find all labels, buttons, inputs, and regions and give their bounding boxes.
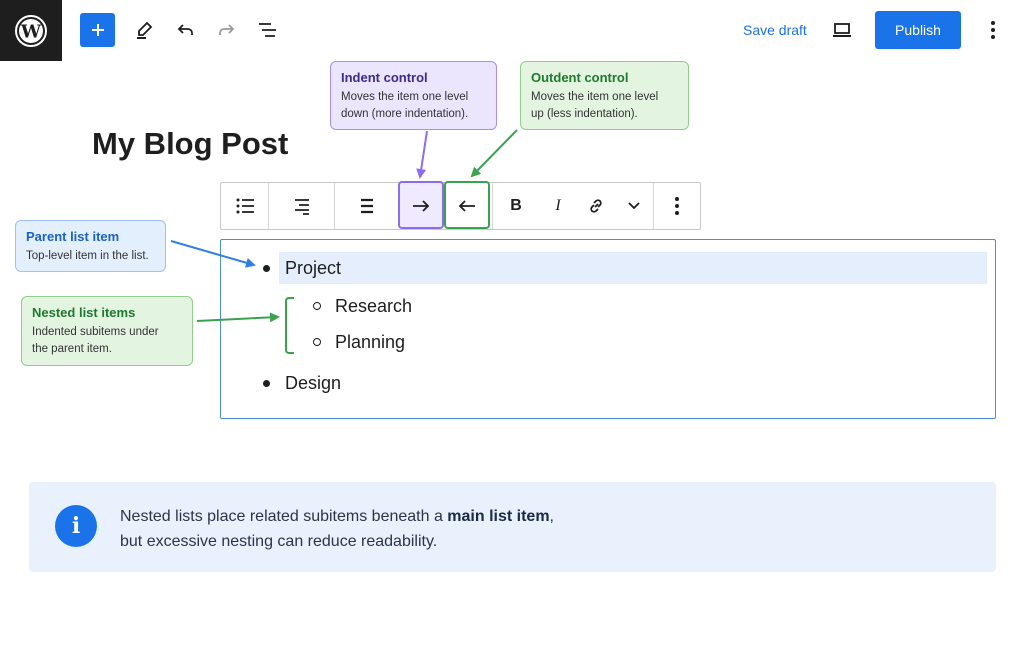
list-block[interactable]: Project Research Planning Design [220,239,996,419]
info-notice: i Nested lists place related subitems be… [29,482,996,572]
info-line1-pre: Nested lists place related subitems bene… [120,508,448,525]
info-icon: i [55,505,97,547]
document-overview-button[interactable] [256,18,280,42]
block-options-button[interactable] [654,183,700,229]
selected-row-highlight [279,252,987,284]
outdent-callout-desc-1: Moves the item one level [531,91,659,103]
outdent-icon [458,200,475,212]
bullet [263,265,270,272]
undo-button[interactable] [174,18,198,42]
parent-item-callout: Parent list item Top-level item in the l… [15,220,166,272]
redo-icon [219,24,235,35]
list-item-project[interactable]: Project [285,258,341,279]
indent-button[interactable] [398,183,444,229]
tools-button[interactable] [132,18,156,42]
block-toolbar: B I [220,181,701,230]
nested-bullet [313,338,321,346]
nested-items-callout: Nested list items Indented subitems unde… [21,296,193,366]
indent-callout-desc-1: Moves the item one level [341,91,469,103]
pencil-icon [137,21,153,39]
add-block-button[interactable] [80,13,115,47]
outdent-arrow [470,129,518,178]
more-formats-button[interactable] [615,183,653,229]
preview-button[interactable] [829,18,855,42]
undo-icon [177,24,193,35]
save-draft-button[interactable]: Save draft [743,22,807,38]
chevron-down-icon [628,202,640,210]
nested-callout-desc-1: Indented subitems under [32,326,159,338]
align-icon [294,199,309,215]
bullet [263,380,270,387]
justify-icon [360,198,373,214]
outdent-callout-desc-2: up (less indentation). [531,108,638,120]
svg-text:W: W [20,21,42,42]
list-view-icon [259,23,276,37]
parent-callout-title: Parent list item [26,229,120,244]
bold-button[interactable]: B [493,183,539,229]
editor-topbar: W Save draft Publish [0,0,1024,61]
outdent-callout-title: Outdent control [531,70,629,85]
indent-icon [413,200,430,212]
indent-callout-title: Indent control [341,70,428,85]
publish-button[interactable]: Publish [875,11,961,49]
laptop-icon [833,23,851,37]
editor-page: W Save draft Publish My Blog Post B I Pr… [0,0,1024,658]
parent-callout-desc: Top-level item in the list. [26,250,149,262]
info-line2: but excessive nesting can reduce readabi… [120,533,438,550]
plus-icon [91,24,104,36]
list-style-button[interactable] [221,183,268,229]
italic-button[interactable]: I [539,183,577,229]
options-button[interactable] [982,18,1004,42]
nested-callout-desc-2: the parent item. [32,343,112,355]
more-vertical-icon [675,197,679,215]
justify-button[interactable] [335,183,398,229]
align-button[interactable] [269,183,334,229]
indent-callout-desc-2: down (more indentation). [341,108,469,120]
info-text: Nested lists place related subitems bene… [120,504,554,554]
link-icon [590,199,602,213]
list-item-planning[interactable]: Planning [335,332,405,353]
list-item-design[interactable]: Design [285,373,341,394]
outdent-callout: Outdent control Moves the item one level… [520,61,689,130]
info-line1-post: , [549,508,554,525]
post-title[interactable]: My Blog Post [92,126,288,162]
link-button[interactable] [577,183,615,229]
indent-arrow [416,130,428,179]
nested-bracket [285,297,294,354]
outdent-button[interactable] [444,183,490,229]
info-line1-bold: main list item [447,508,550,525]
nested-bullet [313,302,321,310]
redo-button[interactable] [214,18,238,42]
list-icon [236,198,254,214]
wordpress-logo-icon[interactable]: W [0,0,62,61]
nested-callout-title: Nested list items [32,305,136,320]
more-vertical-icon [991,21,995,39]
indent-callout: Indent control Moves the item one level … [330,61,497,130]
list-item-research[interactable]: Research [335,296,412,317]
